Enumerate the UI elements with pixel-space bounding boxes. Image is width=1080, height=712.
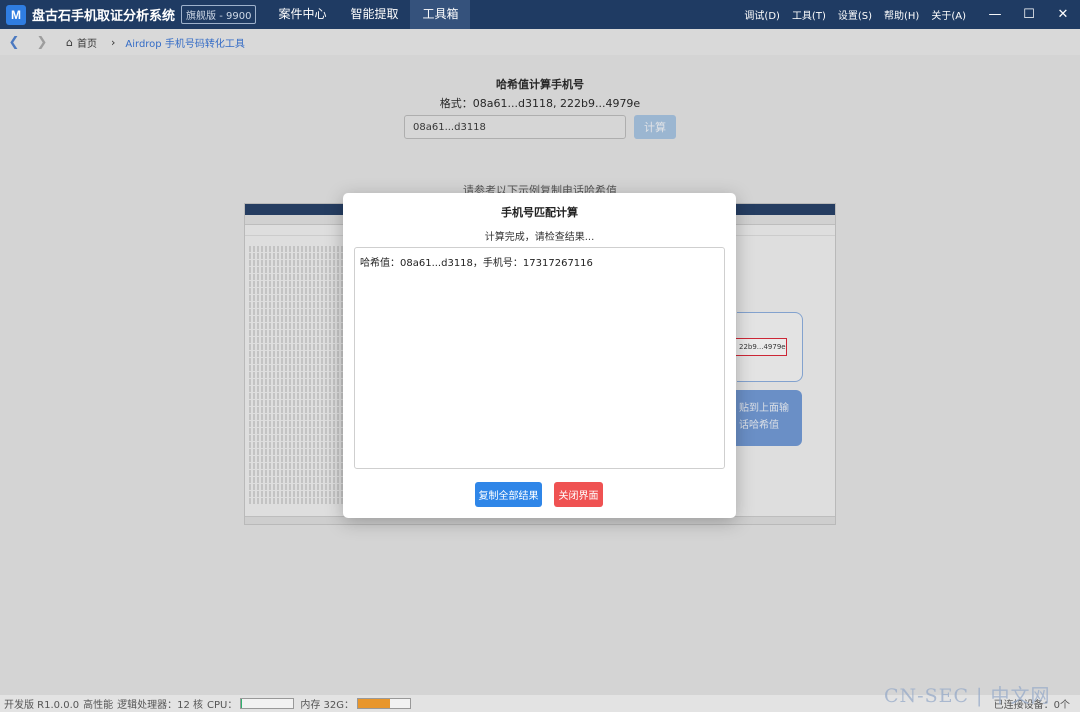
match-dialog: 手机号匹配计算 计算完成，请检查结果... 哈希值：08a61...d3118，… xyxy=(343,193,736,518)
top-nav: 案件中心 智能提取 工具箱 xyxy=(266,0,471,29)
menu-settings[interactable]: 设置(S) xyxy=(838,7,872,22)
nav-toolbox[interactable]: 工具箱 xyxy=(410,0,471,29)
dialog-title: 手机号匹配计算 xyxy=(501,206,578,219)
watermark: CN-SEC | 中文网 xyxy=(884,685,1051,707)
performance-label: 高性能 xyxy=(83,700,114,711)
cpu-cores-label: 逻辑处理器：12 核 xyxy=(117,700,204,711)
close-dialog-button[interactable]: 关闭界面 xyxy=(554,482,603,507)
app-title: 盘古石手机取证分析系统 xyxy=(32,9,176,24)
menu-help[interactable]: 帮助(H) xyxy=(884,7,919,22)
memory-gauge xyxy=(357,698,412,709)
result-textarea[interactable]: 哈希值：08a61...d3118，手机号：17317267116 xyxy=(354,247,725,469)
memory-gauge-fill xyxy=(358,699,391,708)
cpu-gauge xyxy=(240,698,295,709)
menu-about[interactable]: 关于(A) xyxy=(931,7,966,22)
close-icon[interactable]: ✕ xyxy=(1046,0,1080,29)
minimize-icon[interactable]: — xyxy=(978,0,1012,29)
edition-badge: 旗舰版 - 9900 xyxy=(181,5,257,24)
menu-debug[interactable]: 调试(D) xyxy=(744,7,780,22)
menu-tools[interactable]: 工具(T) xyxy=(792,7,826,22)
nav-smart-extract[interactable]: 智能提取 xyxy=(338,0,410,29)
cpu-gauge-fill xyxy=(241,699,243,708)
copy-all-results-button[interactable]: 复制全部结果 xyxy=(475,482,542,507)
version-label: 开发版 R1.0.0.0 xyxy=(4,700,80,711)
dialog-subtitle: 计算完成，请检查结果... xyxy=(484,232,595,243)
title-bar: M 盘古石手机取证分析系统 旗舰版 - 9900 案件中心 智能提取 工具箱 调… xyxy=(0,0,1080,29)
maximize-icon[interactable]: ☐ xyxy=(1012,0,1046,29)
result-text: 哈希值：08a61...d3118，手机号：17317267116 xyxy=(360,258,593,269)
app-logo-icon: M xyxy=(6,4,26,25)
nav-case-center[interactable]: 案件中心 xyxy=(266,0,338,29)
memory-label: 内存 32G： xyxy=(300,700,355,711)
menu-bar: 调试(D) 工具(T) 设置(S) 帮助(H) 关于(A) — ☐ ✕ xyxy=(744,0,1080,29)
cpu-label: CPU： xyxy=(207,700,238,711)
